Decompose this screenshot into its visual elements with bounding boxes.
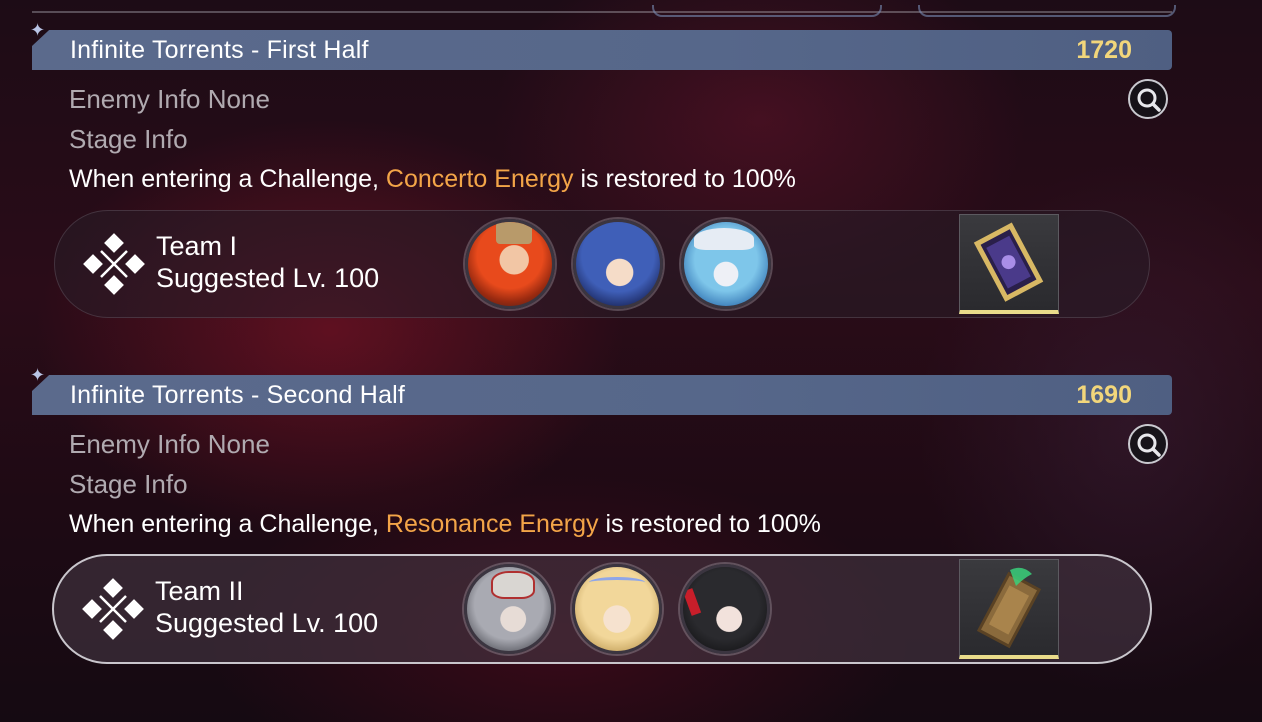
echo-item-card[interactable] xyxy=(959,559,1059,659)
stage-title: Infinite Torrents - Second Half xyxy=(70,381,406,409)
crown-shape xyxy=(589,577,645,588)
enemy-info-label: Enemy Info xyxy=(69,84,201,114)
enemy-info-value: None xyxy=(207,429,270,459)
character-avatar-white-hat[interactable] xyxy=(681,219,771,309)
stage-score: 1690 xyxy=(1076,381,1132,409)
hat-shape xyxy=(694,228,754,250)
top-divider xyxy=(32,5,1176,17)
wooden-case-icon xyxy=(976,567,1042,649)
echo-item-card[interactable] xyxy=(959,214,1059,314)
desc-highlight: Concerto Energy xyxy=(385,165,574,193)
desc-highlight: Resonance Energy xyxy=(385,510,599,538)
magnifier-icon xyxy=(1137,88,1161,112)
stage-title: Infinite Torrents - First Half xyxy=(70,36,369,64)
character-avatar-masked-silver[interactable] xyxy=(464,564,554,654)
enemy-info-label: Enemy Info xyxy=(69,429,201,459)
enemy-search-button[interactable] xyxy=(1128,424,1168,464)
stage-info-label: Stage Info xyxy=(69,469,188,499)
team-name: Team I xyxy=(156,231,238,261)
golden-frame-icon xyxy=(973,222,1044,302)
team-row[interactable]: Team I Suggested Lv. 100 xyxy=(54,210,1150,318)
crossed-swords-icon xyxy=(82,578,144,640)
sparkle-icon: ✦ xyxy=(30,365,46,385)
stage-description: When entering a Challenge, Resonance Ene… xyxy=(69,510,821,539)
red-ribbon xyxy=(683,588,702,616)
enemy-info: Enemy Info None xyxy=(69,429,270,460)
team-row-selected[interactable]: Team II Suggested Lv. 100 xyxy=(52,554,1152,664)
mask-shape xyxy=(491,571,535,599)
enemy-info: Enemy Info None xyxy=(69,84,270,115)
team-suggested-level: Suggested Lv. 100 xyxy=(155,608,379,638)
top-tab-right[interactable] xyxy=(918,5,1176,17)
stage-info-label: Stage Info xyxy=(69,124,188,154)
character-avatar-black-haired[interactable] xyxy=(680,564,770,654)
character-avatar-red-haired[interactable] xyxy=(465,219,555,309)
enemy-info-value: None xyxy=(207,84,270,114)
stage-description: When entering a Challenge, Concerto Ener… xyxy=(69,165,796,194)
character-avatar-blue-haired[interactable] xyxy=(573,219,663,309)
crossed-swords-icon xyxy=(83,233,145,295)
desc-prefix: When entering a Challenge, xyxy=(69,165,379,193)
team-suggested-level: Suggested Lv. 100 xyxy=(156,263,380,293)
desc-suffix: is restored to 100% xyxy=(605,510,821,538)
sparkle-icon: ✦ xyxy=(30,20,46,40)
character-avatar-blonde-crowned[interactable] xyxy=(572,564,662,654)
desc-prefix: When entering a Challenge, xyxy=(69,510,379,538)
hair-ornament xyxy=(496,222,532,244)
stage-score: 1720 xyxy=(1076,36,1132,64)
magnifier-icon xyxy=(1137,433,1161,457)
enemy-search-button[interactable] xyxy=(1128,79,1168,119)
team-name: Team II xyxy=(155,576,244,606)
top-tab-left[interactable] xyxy=(652,5,882,17)
desc-suffix: is restored to 100% xyxy=(580,165,796,193)
